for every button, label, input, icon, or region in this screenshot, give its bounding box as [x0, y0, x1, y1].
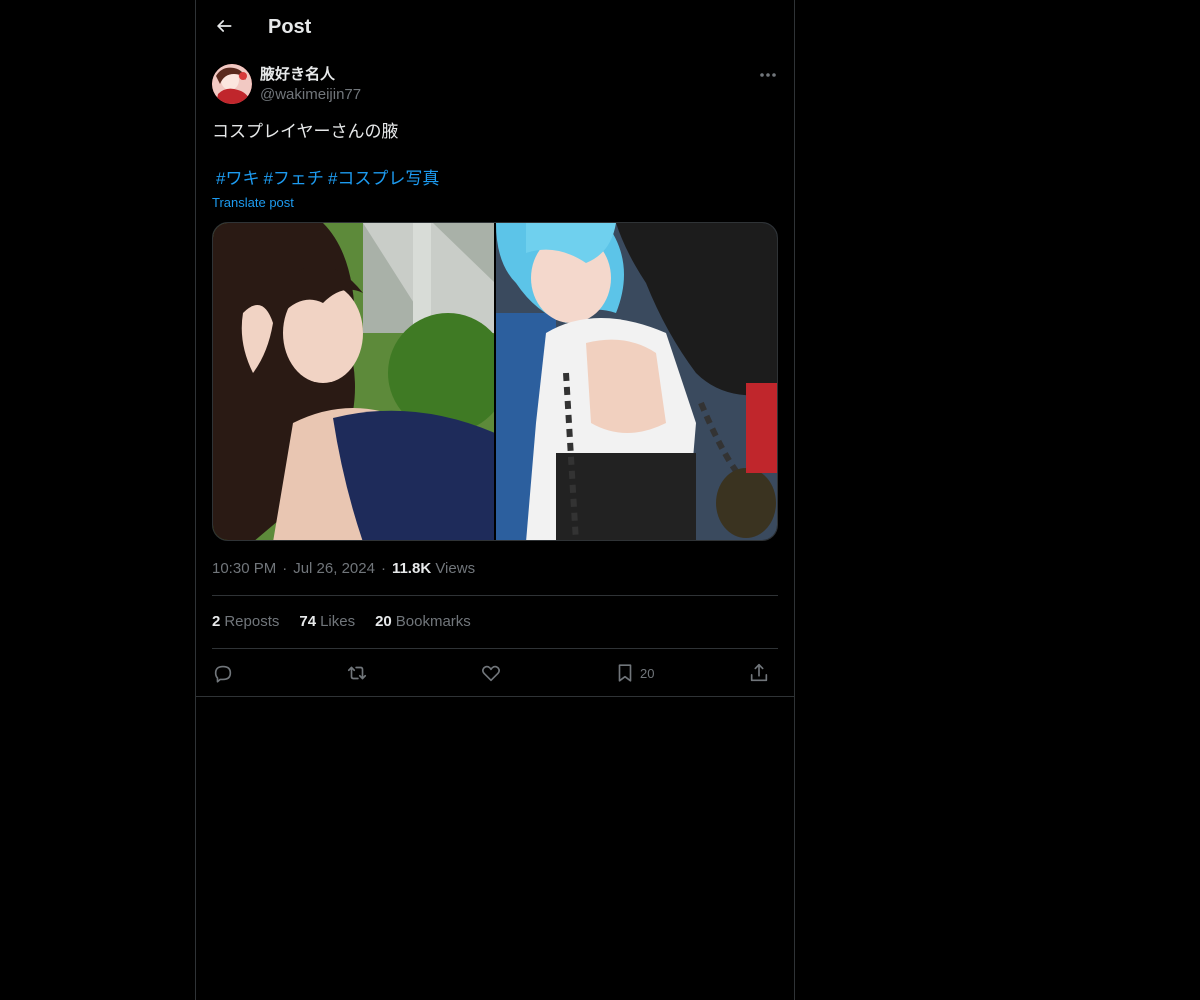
page-title: Post: [268, 16, 312, 38]
like-icon: [482, 665, 500, 682]
divider: [212, 648, 778, 649]
separator: ·: [380, 560, 386, 577]
divider: [212, 595, 778, 596]
reposts-stat[interactable]: 2 Reposts: [212, 612, 279, 632]
share-button[interactable]: [748, 660, 770, 686]
views-count: 11.8K: [391, 560, 432, 577]
media-grid: [212, 222, 778, 541]
bookmark-button[interactable]: 20: [614, 660, 654, 686]
bookmarks-stat[interactable]: 20 Bookmarks: [375, 612, 471, 632]
post-column: Post 腋好き名人 @wakimeijin77 コスプレイヤーさんの腋 #ワキ…: [195, 0, 795, 1000]
reposts-count: 2: [212, 613, 221, 630]
bookmark-count: 20: [640, 665, 655, 681]
author-handle[interactable]: @wakimeijin77: [260, 85, 361, 105]
cosplayer-photo-image: [496, 223, 777, 540]
engagement-stats: 2 Reposts 74 Likes 20 Bookmarks: [212, 612, 491, 632]
separator: ·: [282, 560, 288, 577]
repost-button[interactable]: [346, 660, 368, 686]
author-display-name[interactable]: 腋好き名人: [260, 65, 335, 85]
bookmarks-count: 20: [375, 613, 392, 630]
hashtag-link[interactable]: #フェチ: [263, 169, 323, 188]
more-icon: [760, 73, 776, 77]
share-icon: [750, 663, 768, 682]
back-button[interactable]: [208, 10, 240, 42]
post-header: Post: [196, 0, 794, 53]
post-time[interactable]: 10:30 PM: [212, 560, 276, 577]
likes-count: 74: [299, 613, 317, 630]
action-bar: 20: [212, 660, 778, 686]
post-photo-1[interactable]: [213, 223, 494, 540]
avatar-image: [212, 64, 252, 104]
post-text: コスプレイヤーさんの腋: [212, 122, 399, 141]
bookmarks-label: Bookmarks: [395, 613, 471, 630]
likes-label: Likes: [320, 613, 356, 630]
repost-icon: [347, 666, 367, 680]
likes-stat[interactable]: 74 Likes: [299, 612, 355, 632]
arrow-left-icon: [217, 20, 232, 32]
reply-icon: [214, 665, 232, 683]
avatar[interactable]: [212, 64, 252, 104]
cosplayer-photo-image: [213, 223, 494, 540]
reply-button[interactable]: [212, 660, 234, 686]
hashtag-link[interactable]: #コスプレ写真: [328, 169, 439, 188]
post-date[interactable]: Jul 26, 2024: [293, 560, 375, 577]
more-options-button[interactable]: [754, 64, 782, 86]
translate-post-link[interactable]: Translate post: [212, 194, 294, 212]
bookmark-icon: [618, 664, 632, 682]
hashtag-list: #ワキ #フェチ #コスプレ写真: [212, 167, 439, 191]
post-bottom-border: [196, 696, 794, 697]
post-photo-2[interactable]: [496, 223, 777, 540]
hashtag-link[interactable]: #ワキ: [216, 169, 259, 188]
views-label: Views: [435, 560, 476, 577]
reposts-label: Reposts: [224, 613, 280, 630]
post-meta: 10:30 PM · Jul 26, 2024 · 11.8K Views: [212, 559, 475, 579]
like-button[interactable]: [480, 660, 502, 686]
